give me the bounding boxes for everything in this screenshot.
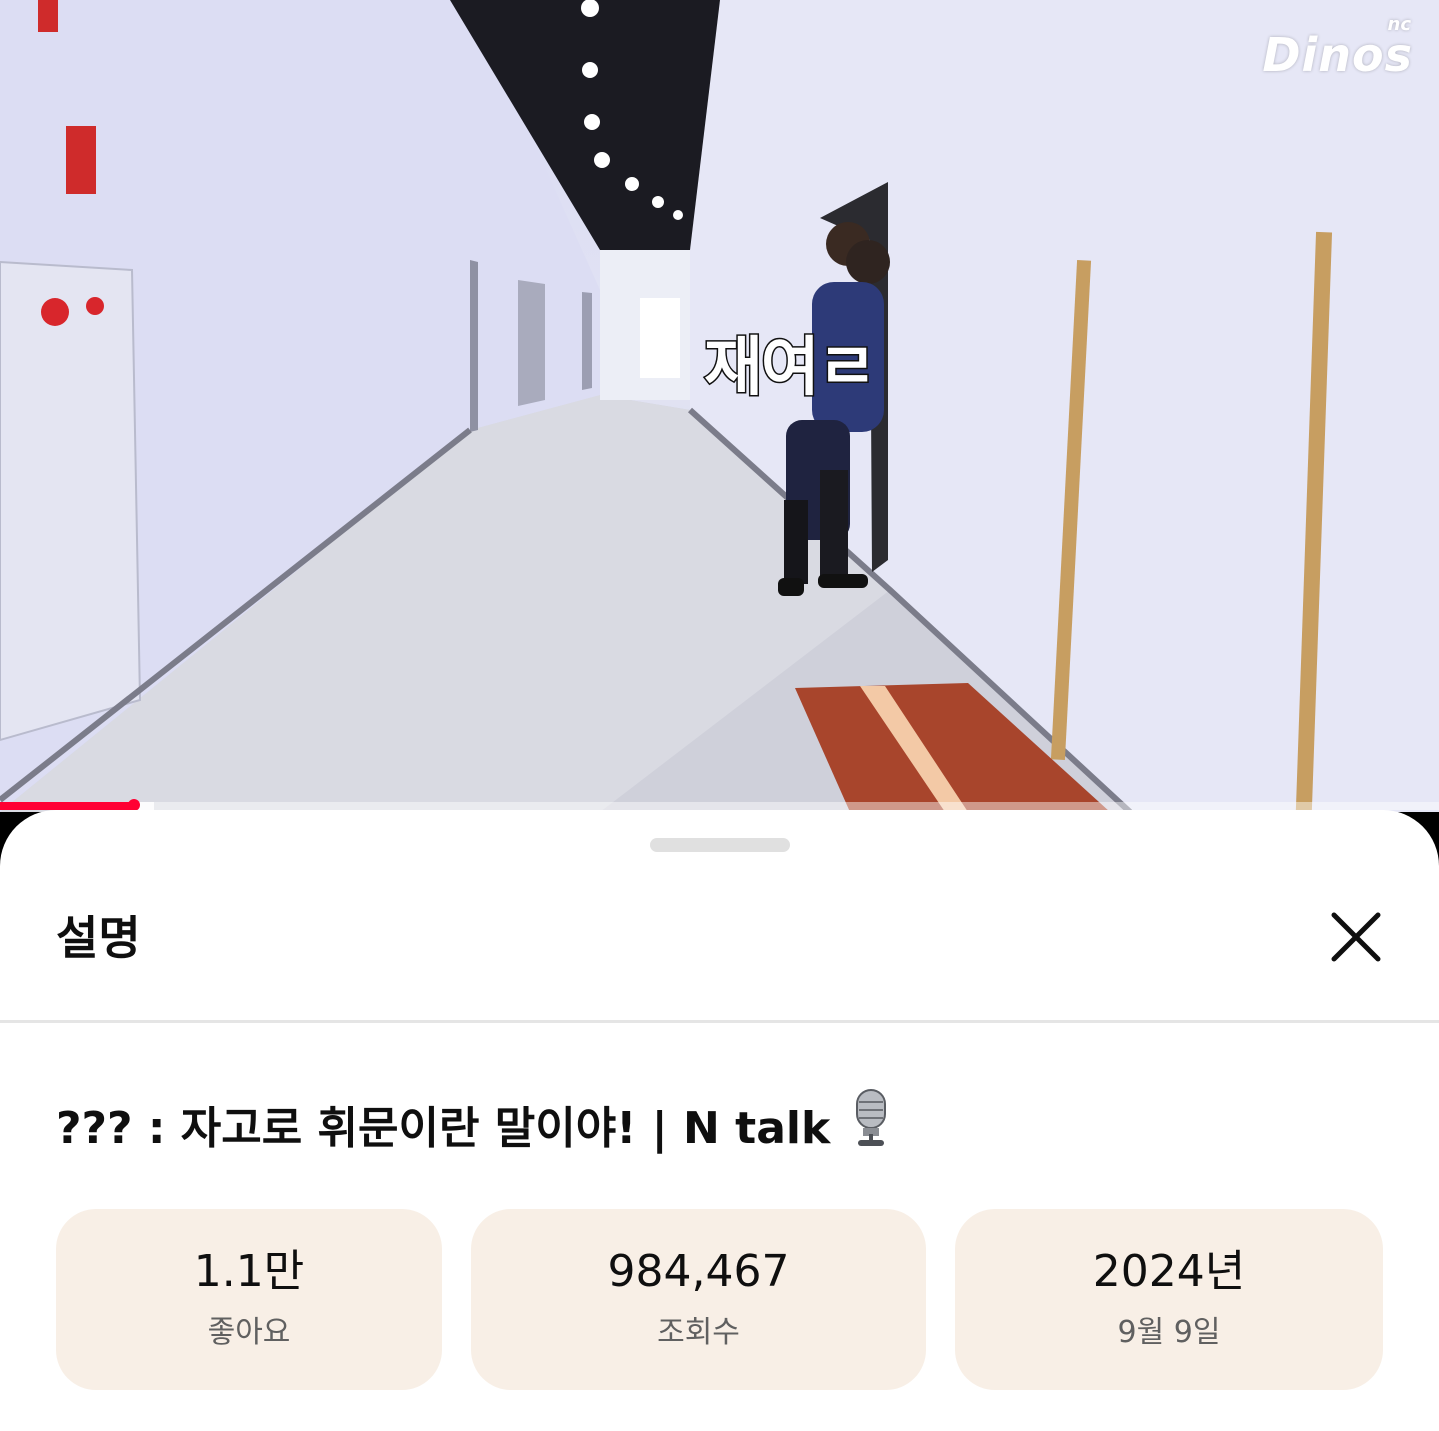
sheet-drag-handle[interactable] xyxy=(650,838,790,852)
views-count: 984,467 xyxy=(607,1246,790,1298)
sheet-title: 설명 xyxy=(56,911,141,965)
watermark-logo-text: Dinos xyxy=(1262,28,1413,82)
channel-watermark-logo: Dinos nc xyxy=(1262,14,1413,82)
video-caption-overlay: 재여ㄹ xyxy=(703,330,879,407)
views-stat[interactable]: 984,467 조회수 xyxy=(471,1209,926,1390)
video-progress-bar[interactable] xyxy=(0,799,1439,811)
video-player[interactable]: Dinos nc 재여ㄹ xyxy=(0,0,1439,812)
upload-year: 2024년 xyxy=(1092,1246,1246,1298)
likes-label: 좋아요 xyxy=(207,1314,291,1350)
close-icon xyxy=(1331,912,1381,962)
description-sheet: 설명 ??? : 자고로 휘문이란 말이야! | N talk 1.1만 좋아요… xyxy=(0,810,1439,1431)
header-divider xyxy=(0,1020,1439,1023)
video-title: ??? : 자고로 휘문이란 말이야! | N talk xyxy=(56,1088,890,1159)
upload-date-stat[interactable]: 2024년 9월 9일 xyxy=(955,1209,1383,1390)
likes-count: 1.1만 xyxy=(193,1246,305,1298)
progress-played xyxy=(0,802,134,810)
views-label: 조회수 xyxy=(657,1314,740,1350)
upload-month-day: 9월 9일 xyxy=(1117,1314,1221,1350)
close-button[interactable] xyxy=(1318,902,1394,972)
microphone-icon xyxy=(852,1088,890,1159)
watermark-logo-small: nc xyxy=(1387,14,1411,35)
likes-stat[interactable]: 1.1만 좋아요 xyxy=(56,1209,442,1390)
video-title-text: ??? : 자고로 휘문이란 말이야! | N talk xyxy=(56,1102,831,1154)
